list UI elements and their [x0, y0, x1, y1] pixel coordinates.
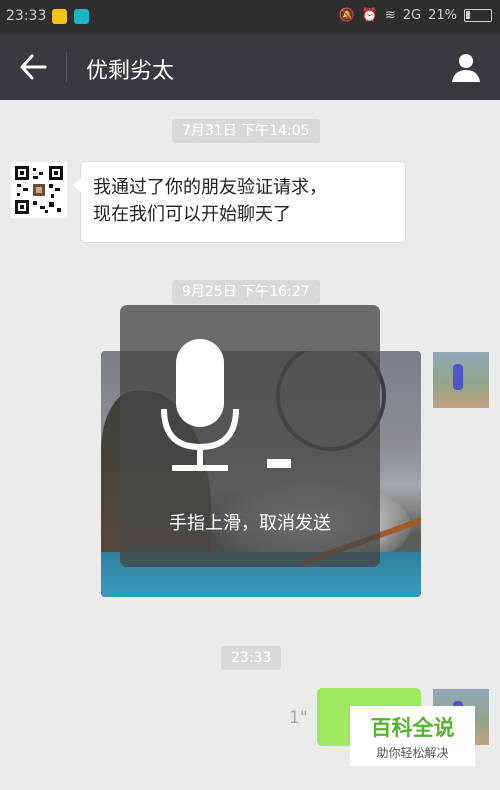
message-timestamp: 7月31日 下午14:05 — [172, 119, 320, 143]
message-timestamp: 9月25日 下午16:27 — [172, 280, 320, 304]
app-notification-icon — [74, 9, 89, 24]
avatar[interactable] — [11, 162, 67, 218]
network-type: 2G — [402, 8, 422, 23]
person-icon[interactable] — [450, 51, 482, 83]
voice-recording-overlay: 手指上滑，取消发送 — [120, 305, 380, 567]
chat-title: 优剩劣太 — [86, 59, 175, 84]
watermark-title: 百科全说 — [370, 716, 455, 740]
wifi-icon: ≋ — [384, 8, 396, 23]
alarm-icon: ⏰ — [361, 8, 378, 23]
header-divider — [66, 52, 67, 82]
qr-code-icon — [15, 166, 63, 214]
watermark: 百科全说 助你轻松解决 — [350, 706, 475, 766]
message-text-line: 我通过了你的朋友验证请求， — [93, 177, 327, 198]
mute-icon: 🔕 — [338, 8, 355, 23]
microphone-icon — [161, 339, 239, 471]
battery-icon — [464, 9, 492, 22]
status-time: 23:33 — [6, 8, 47, 24]
chat-header: 优剩劣太 — [0, 34, 500, 100]
volume-level-bar — [267, 459, 291, 468]
battery-percent: 21% — [428, 8, 457, 23]
message-timestamp: 23:33 — [221, 646, 282, 670]
arrow-left-icon[interactable] — [18, 53, 48, 81]
voice-duration: 1" — [289, 708, 308, 728]
message-text-line: 现在我们可以开始聊天了 — [93, 204, 291, 225]
incoming-message-bubble[interactable]: 我通过了你的朋友验证请求， 现在我们可以开始聊天了 — [73, 161, 406, 243]
cancel-hint: 手指上滑，取消发送 — [169, 513, 331, 534]
avatar-figure — [453, 364, 463, 390]
avatar[interactable] — [433, 352, 489, 408]
app-notification-icon — [52, 9, 67, 24]
status-bar: 23:33 🔕 ⏰ ≋ 2G 21% — [0, 0, 500, 34]
watermark-subtitle: 助你轻松解决 — [376, 746, 449, 760]
